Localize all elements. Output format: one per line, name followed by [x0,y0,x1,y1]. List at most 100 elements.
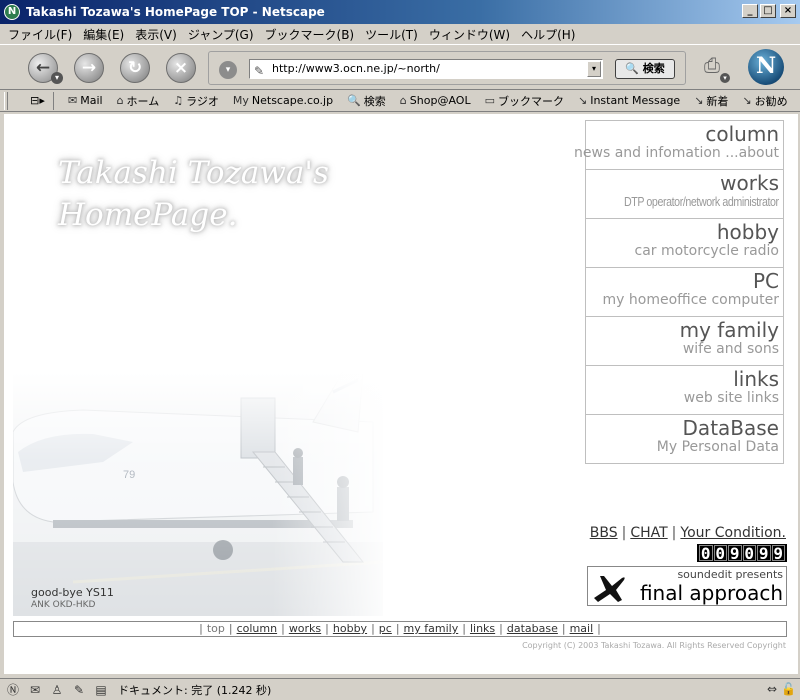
counter-digit: 9 [771,544,785,563]
chat-link[interactable]: CHAT [630,525,667,541]
stop-button[interactable]: × [166,53,196,83]
footer-link-works[interactable]: works [289,622,321,635]
photo-subcaption: ANK OKD-HKD [31,600,96,610]
toolbar-grip[interactable] [4,91,8,110]
bbs-link[interactable]: BBS [590,525,618,541]
your-condition-link[interactable]: Your Condition. [680,525,786,541]
print-dropdown-icon[interactable]: ▾ [720,73,730,83]
footer-link-my-family[interactable]: my family [404,622,459,635]
maximize-button[interactable]: □ [760,4,776,18]
menu-item-title: column [705,122,779,146]
main-menu: column news and infomation ...about work… [574,120,784,464]
footer-link-top[interactable]: top [207,622,225,635]
menu-item-pc[interactable]: PC my homeoffice computer [585,267,784,317]
url-input[interactable]: ✎ http://www3.ocn.ne.jp/~north/ ▾ [249,59,603,79]
history-dropdown-icon[interactable]: ▾ [219,61,237,79]
page-title: Takashi Tozawa's HomePage. [58,152,329,236]
page-proxy-icon[interactable]: ✎ [254,62,264,78]
bookmark-home[interactable]: ⌂ ホーム [117,93,160,109]
menu-item-hobby[interactable]: hobby car motorcycle radio [585,218,784,268]
access-counter: 0 0 9 0 9 9 [697,544,787,562]
address-book-icon[interactable]: ▤ [92,682,110,698]
page-title-line1: Takashi Tozawa's [58,155,329,191]
shop-icon: ⌂ [399,94,407,107]
bookmark-new[interactable]: ↘ 新着 [694,93,728,109]
footer-link-database[interactable]: database [507,622,558,635]
close-button[interactable]: × [780,4,796,18]
menu-item-title: hobby [716,220,779,244]
copyright-text: Copyright (C) 2003 Takashi Tozawa. All R… [522,641,786,650]
bookmark-radio[interactable]: ♫ ラジオ [173,93,219,109]
link-icon: ↘ [694,94,704,107]
menu-window[interactable]: ウィンドウ(W) [429,26,510,43]
counter-digit: 0 [742,544,756,563]
footer-link-column[interactable]: column [237,622,278,635]
menu-item-links[interactable]: links web site links [585,365,784,415]
menu-edit[interactable]: 編集(E) [83,26,124,43]
footer-link-pc[interactable]: pc [379,622,392,635]
counter-digit: 9 [757,544,771,563]
airplane-photo: 79 [13,372,383,616]
footer-link-mail[interactable]: mail [570,622,594,635]
menu-item-subtitle: news and infomation ...about [574,145,779,161]
folder-icon: ▭ [484,94,495,107]
bookmark-mail[interactable]: ✉ Mail [68,94,103,107]
airplane-icon [594,576,625,602]
footer-link-hobby[interactable]: hobby [333,622,367,635]
bookmark-folder[interactable]: ▭ ブックマーク [485,93,564,109]
title-bar: N Takashi Tozawa's HomePage TOP - Netsca… [0,0,800,24]
reload-button[interactable]: ↻ [120,53,150,83]
browser-window: N Takashi Tozawa's HomePage TOP - Netsca… [0,0,800,700]
tab-button[interactable]: ⊟▸ [22,91,54,110]
menu-item-my-family[interactable]: my family wife and sons [585,316,784,366]
menu-item-title: my family [679,318,779,342]
menu-item-title: works [720,171,779,195]
mail-status-icon[interactable]: ✉ [26,682,44,698]
menu-item-database[interactable]: DataBase My Personal Data [585,414,784,464]
security-lock-icon: 🔓 [781,682,796,696]
menu-item-works[interactable]: works DTP operator/network administrator [585,169,784,219]
counter-digit: 9 [728,544,742,563]
netscape-status-icon[interactable]: Ⓝ [4,682,22,698]
menu-go[interactable]: ジャンプ(G) [188,26,254,43]
minimize-button[interactable]: _ [742,4,758,18]
menu-item-title: PC [752,269,779,293]
separator: | [671,525,677,541]
counter-digit: 0 [713,544,727,563]
menu-item-subtitle: car motorcycle radio [634,243,780,259]
home-icon: ⌂ [116,94,124,107]
url-dropdown-icon[interactable]: ▾ [587,61,601,77]
netscape-logo-icon[interactable]: N [748,49,784,85]
menu-view[interactable]: 表示(V) [135,26,177,43]
menu-bookmarks[interactable]: ブックマーク(B) [265,26,355,43]
banner-title: final approach [639,581,783,605]
footer-link-links[interactable]: links [470,622,495,635]
print-button[interactable]: ⎙ ▾ [698,53,730,83]
status-text: ドキュメント: 完了 (1.242 秒) [118,683,272,697]
my-icon: My [232,94,249,107]
menu-item-subtitle: wife and sons [682,341,779,357]
forward-button[interactable]: → [74,53,104,83]
menu-file[interactable]: ファイル(F) [8,26,72,43]
final-approach-banner[interactable]: soundedit presents final approach [587,566,787,606]
search-button[interactable]: 🔍 検索 [615,59,675,79]
headphones-icon: ♫ [173,94,184,107]
back-button[interactable]: ← ▾ [28,53,63,84]
page-title-line2: HomePage. [58,197,238,233]
location-bar: ▾ ✎ http://www3.ocn.ne.jp/~north/ ▾ 🔍 検索 [208,51,686,85]
window-controls: _ □ × [742,4,796,18]
menu-help[interactable]: ヘルプ(H) [521,26,575,43]
bookmark-search[interactable]: 🔍 検索 [347,93,386,109]
menu-tools[interactable]: ツール(T) [365,26,418,43]
instant-messenger-icon[interactable]: ♙ [48,682,66,698]
bookmark-instant-message[interactable]: ↘ Instant Message [578,94,680,107]
bookmark-netscape[interactable]: My Netscape.co.jp [233,94,333,107]
status-bar: Ⓝ ✉ ♙ ✎ ▤ ドキュメント: 完了 (1.242 秒) ⇔ 🔓 [0,678,800,700]
mail-icon: ✉ [68,94,78,107]
menu-item-column[interactable]: column news and infomation ...about [574,120,784,170]
composer-icon[interactable]: ✎ [70,682,88,698]
back-history-dropdown-icon[interactable]: ▾ [51,72,63,84]
bookmark-shop[interactable]: ⌂ Shop@AOL [400,94,471,107]
menu-item-title: DataBase [682,416,779,440]
bookmark-recommend[interactable]: ↘ お勧め [742,93,787,109]
